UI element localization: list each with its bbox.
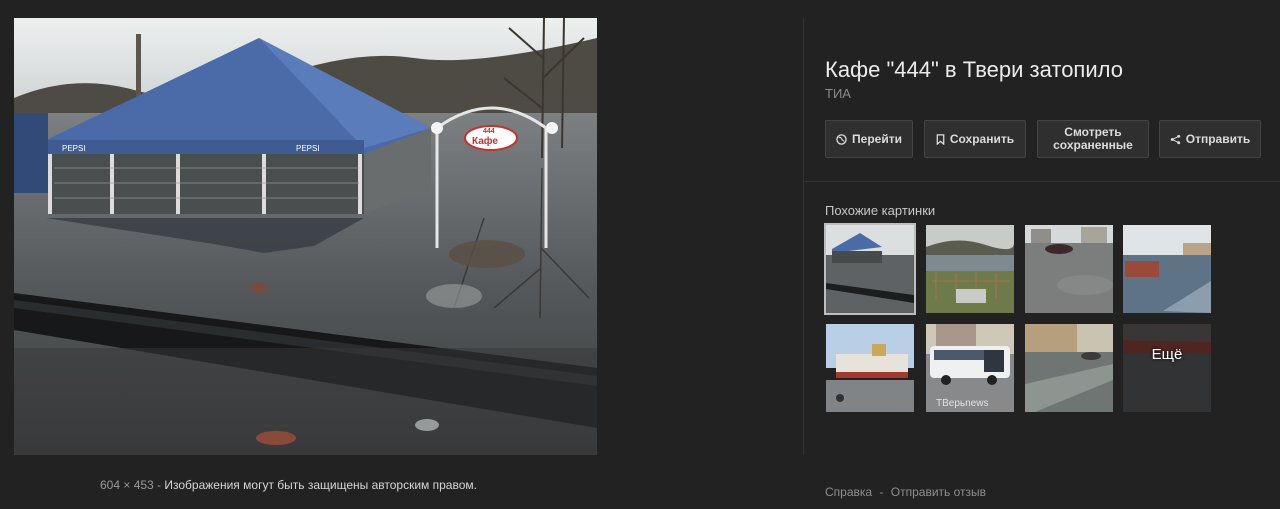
vertical-divider	[803, 18, 804, 455]
similar-thumb-3[interactable]	[1025, 225, 1113, 313]
share-icon	[1170, 134, 1181, 145]
send-feedback-link[interactable]: Отправить отзыв	[891, 485, 986, 499]
sign-text: Кафе	[472, 135, 498, 147]
go-button[interactable]: Перейти	[825, 120, 913, 158]
flooded-cafe-photo: PEPSI PEPSI 444 Кафе	[14, 18, 597, 455]
save-button[interactable]: Сохранить	[924, 120, 1026, 158]
image-source[interactable]: ТИА	[825, 86, 851, 101]
similar-images-heading: Похожие картинки	[825, 203, 936, 218]
send-button[interactable]: Отправить	[1159, 120, 1261, 158]
section-divider	[804, 181, 1280, 182]
similar-thumb-5[interactable]	[826, 324, 914, 412]
bookmark-icon	[936, 133, 945, 145]
similar-thumb-more[interactable]: Ещё	[1123, 324, 1211, 412]
tent-brand-left: PEPSI	[62, 144, 86, 153]
image-meta: 604 × 453 - Изображения могут быть защищ…	[100, 478, 477, 492]
globe-icon	[836, 133, 847, 145]
sign-number: 444	[483, 128, 495, 135]
view-saved-button[interactable]: Смотреть сохраненные	[1037, 120, 1149, 158]
view-saved-line2: сохраненные	[1053, 138, 1133, 152]
more-images-label: Ещё	[1151, 346, 1183, 363]
similar-thumb-6[interactable]: ТВерьnews	[926, 324, 1014, 412]
footer-separator: -	[879, 485, 884, 499]
view-saved-label: Смотреть сохраненные	[1053, 126, 1133, 152]
go-button-label: Перейти	[852, 131, 902, 146]
image-viewer-panel: PEPSI PEPSI 444 Кафе 604 × 453 - Изображ…	[0, 0, 1280, 509]
similar-thumb-1[interactable]	[824, 223, 916, 315]
help-link[interactable]: Справка	[825, 485, 872, 499]
similar-images-grid: ТВерьnews Ещё	[824, 223, 1216, 413]
image-dimensions: 604 × 453	[100, 478, 154, 492]
footer: Справка - Отправить отзыв	[825, 485, 986, 499]
thumb6-watermark: ТВерьnews	[936, 398, 988, 409]
send-button-label: Отправить	[1185, 131, 1251, 146]
tent-brand-right: PEPSI	[296, 144, 320, 153]
meta-separator: -	[153, 478, 165, 492]
view-saved-line1: Смотреть	[1064, 125, 1122, 139]
image-title[interactable]: Кафе "444" в Твери затопило	[825, 57, 1123, 83]
similar-thumb-7[interactable]	[1025, 324, 1113, 412]
copyright-notice: Изображения могут быть защищены авторски…	[164, 478, 477, 492]
main-image[interactable]: PEPSI PEPSI 444 Кафе	[14, 18, 597, 455]
save-button-label: Сохранить	[949, 131, 1015, 146]
similar-thumb-4[interactable]	[1123, 225, 1211, 313]
similar-thumb-2[interactable]	[926, 225, 1014, 313]
